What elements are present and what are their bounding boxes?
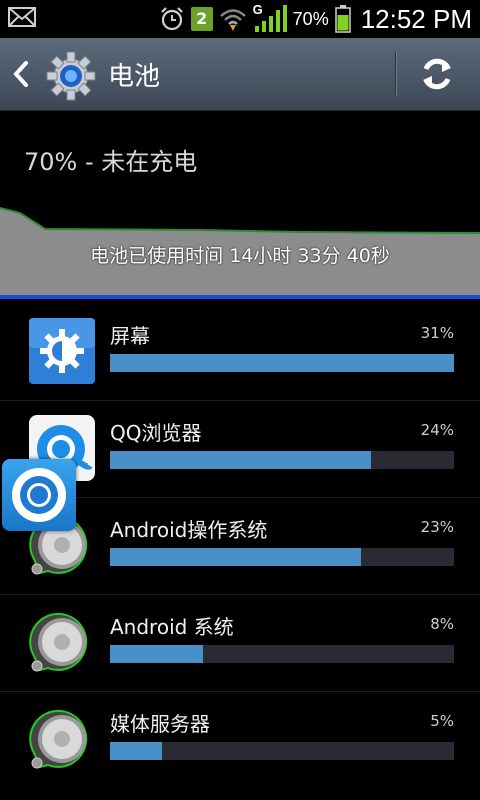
usage-bar: [110, 451, 454, 469]
usage-bar: [110, 645, 454, 663]
list-item[interactable]: Android 系统 8%: [0, 594, 480, 691]
back-arrow-icon[interactable]: [12, 60, 30, 88]
settings-gear-icon: [46, 51, 96, 101]
alarm-icon: [160, 7, 183, 31]
usage-bar-fill: [110, 742, 162, 760]
signal-bars-icon: [254, 5, 287, 32]
usage-bar: [110, 742, 454, 760]
item-name: 屏幕: [110, 324, 150, 348]
list-item[interactable]: 屏幕 31%: [0, 304, 480, 400]
mail-icon: [8, 7, 36, 27]
item-percent: 24%: [420, 421, 454, 439]
android-system-icon: [29, 612, 88, 672]
refresh-icon[interactable]: [418, 55, 456, 93]
action-bar-divider: [395, 52, 397, 96]
screen-brightness-icon: [29, 318, 95, 384]
floating-ring-icon: [12, 468, 66, 522]
item-name: QQ浏览器: [110, 421, 202, 445]
action-bar: 电池: [0, 38, 480, 111]
item-name: Android 系统: [110, 615, 234, 639]
item-percent: 5%: [430, 712, 454, 730]
battery-usage-list: 屏幕 31% QQ浏览器 24% Android操作系统 23% Android…: [0, 304, 480, 788]
battery-percent-label: 70%: [292, 8, 329, 29]
floating-assistant-button[interactable]: [2, 459, 76, 531]
item-percent: 31%: [420, 324, 454, 342]
status-bar: 2 G 70% 12:52 PM: [0, 0, 480, 38]
item-name: Android操作系统: [110, 518, 268, 542]
item-percent: 8%: [430, 615, 454, 633]
battery-status-text: 70% - 未在充电: [24, 148, 198, 176]
usage-bar: [110, 548, 454, 566]
battery-icon: [334, 5, 351, 33]
usage-bar-fill: [110, 548, 361, 566]
signal-indicator: G: [253, 2, 287, 34]
list-item[interactable]: 媒体服务器 5%: [0, 691, 480, 788]
item-percent: 23%: [420, 518, 454, 536]
usage-bar-fill: [110, 645, 203, 663]
item-name: 媒体服务器: [110, 712, 210, 736]
usage-bar-fill: [110, 451, 371, 469]
page-title: 电池: [108, 62, 161, 92]
wifi-icon: [219, 9, 246, 31]
battery-usage-time: 电池已使用时间 14小时 33分 40秒: [90, 245, 390, 267]
usage-bar-fill: [110, 354, 454, 372]
clock: 12:52 PM: [360, 3, 472, 34]
notification-count-badge: 2: [190, 7, 213, 31]
media-server-icon: [29, 709, 88, 769]
usage-bar: [110, 354, 454, 372]
